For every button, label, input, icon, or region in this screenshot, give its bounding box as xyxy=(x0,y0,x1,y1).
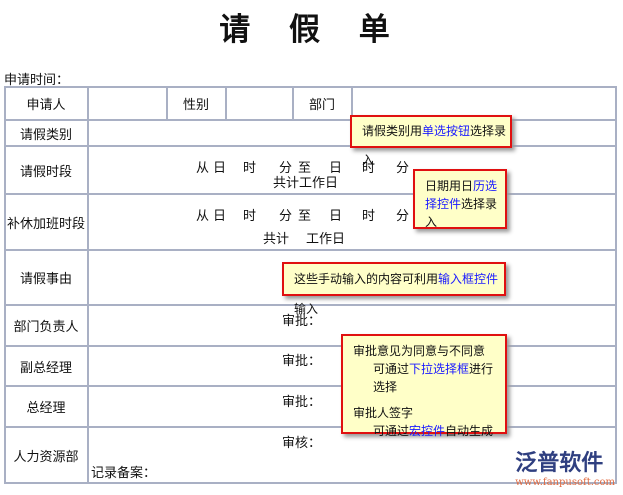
review-label: 审核： xyxy=(282,436,322,451)
applicant-label: 申请人 xyxy=(26,98,66,113)
callout-line: 审批人签字 xyxy=(353,406,414,420)
period-hour: 时 xyxy=(243,161,257,176)
gm-label: 总经理 xyxy=(26,401,66,416)
period-total: 共计 xyxy=(263,232,290,247)
divider xyxy=(4,193,617,195)
period-total: 共计 xyxy=(273,176,300,191)
period-minute: 分 xyxy=(396,161,410,176)
vice-gm-label: 副总经理 xyxy=(19,360,72,376)
period-minute: 分 xyxy=(396,209,410,224)
callout-calendar-control: 日期用日历选择控件选择录入 xyxy=(413,169,507,229)
divider xyxy=(4,145,617,147)
period-hour: 时 xyxy=(243,209,257,224)
callout-radio-button: 请假类别用单选按钮选择录入 xyxy=(350,115,512,167)
callout-input-box: 这些手动输入的内容可利用输入框控件输入 xyxy=(282,262,506,316)
divider xyxy=(4,249,617,251)
divider xyxy=(4,119,617,121)
period-from: 从 xyxy=(196,161,210,176)
callout-approval: 审批意见为同意与不同意 可通过下拉选择框进行选择 审批人签字 可通过宏控件自动生… xyxy=(341,334,507,438)
divider xyxy=(4,426,617,428)
period-hour: 时 xyxy=(362,209,376,224)
hr-label: 人力资源部 xyxy=(13,449,79,465)
leave-period-label: 请假时段 xyxy=(19,164,72,180)
divider xyxy=(615,86,617,484)
period-to: 至 xyxy=(298,209,312,224)
dept-head-label: 部门负责人 xyxy=(13,320,79,335)
leave-type-label: 请假类别 xyxy=(19,127,72,143)
page-title: 请 假 单 xyxy=(219,12,404,48)
record-label: 记录备案： xyxy=(91,466,157,481)
period-day: 日 xyxy=(213,209,227,224)
period-from: 从 xyxy=(196,209,210,224)
period-minute: 分 xyxy=(279,209,293,224)
period-day: 日 xyxy=(213,161,227,176)
divider xyxy=(225,86,227,120)
brand-logo: 泛普软件 www.fanpusoft.com xyxy=(515,451,615,488)
approve-label: 审批： xyxy=(282,395,322,410)
approve-label: 审批： xyxy=(282,354,322,369)
gender-label: 性别 xyxy=(182,98,209,113)
divider xyxy=(4,345,617,347)
divider xyxy=(4,385,617,387)
reason-label: 请假事由 xyxy=(19,272,72,287)
callout-line: 可通过宏控件自动生成 xyxy=(373,424,494,438)
period-day: 日 xyxy=(329,209,343,224)
department-label: 部门 xyxy=(308,98,335,113)
callout-line: 可通过下拉选择框进行选择 xyxy=(373,362,494,394)
comp-period-label: 补休加班时段 xyxy=(6,216,85,232)
period-workdays: 工作日 xyxy=(306,232,346,247)
callout-line: 审批意见为同意与不同意 xyxy=(353,344,486,358)
period-workdays: 工作日 xyxy=(299,176,339,191)
